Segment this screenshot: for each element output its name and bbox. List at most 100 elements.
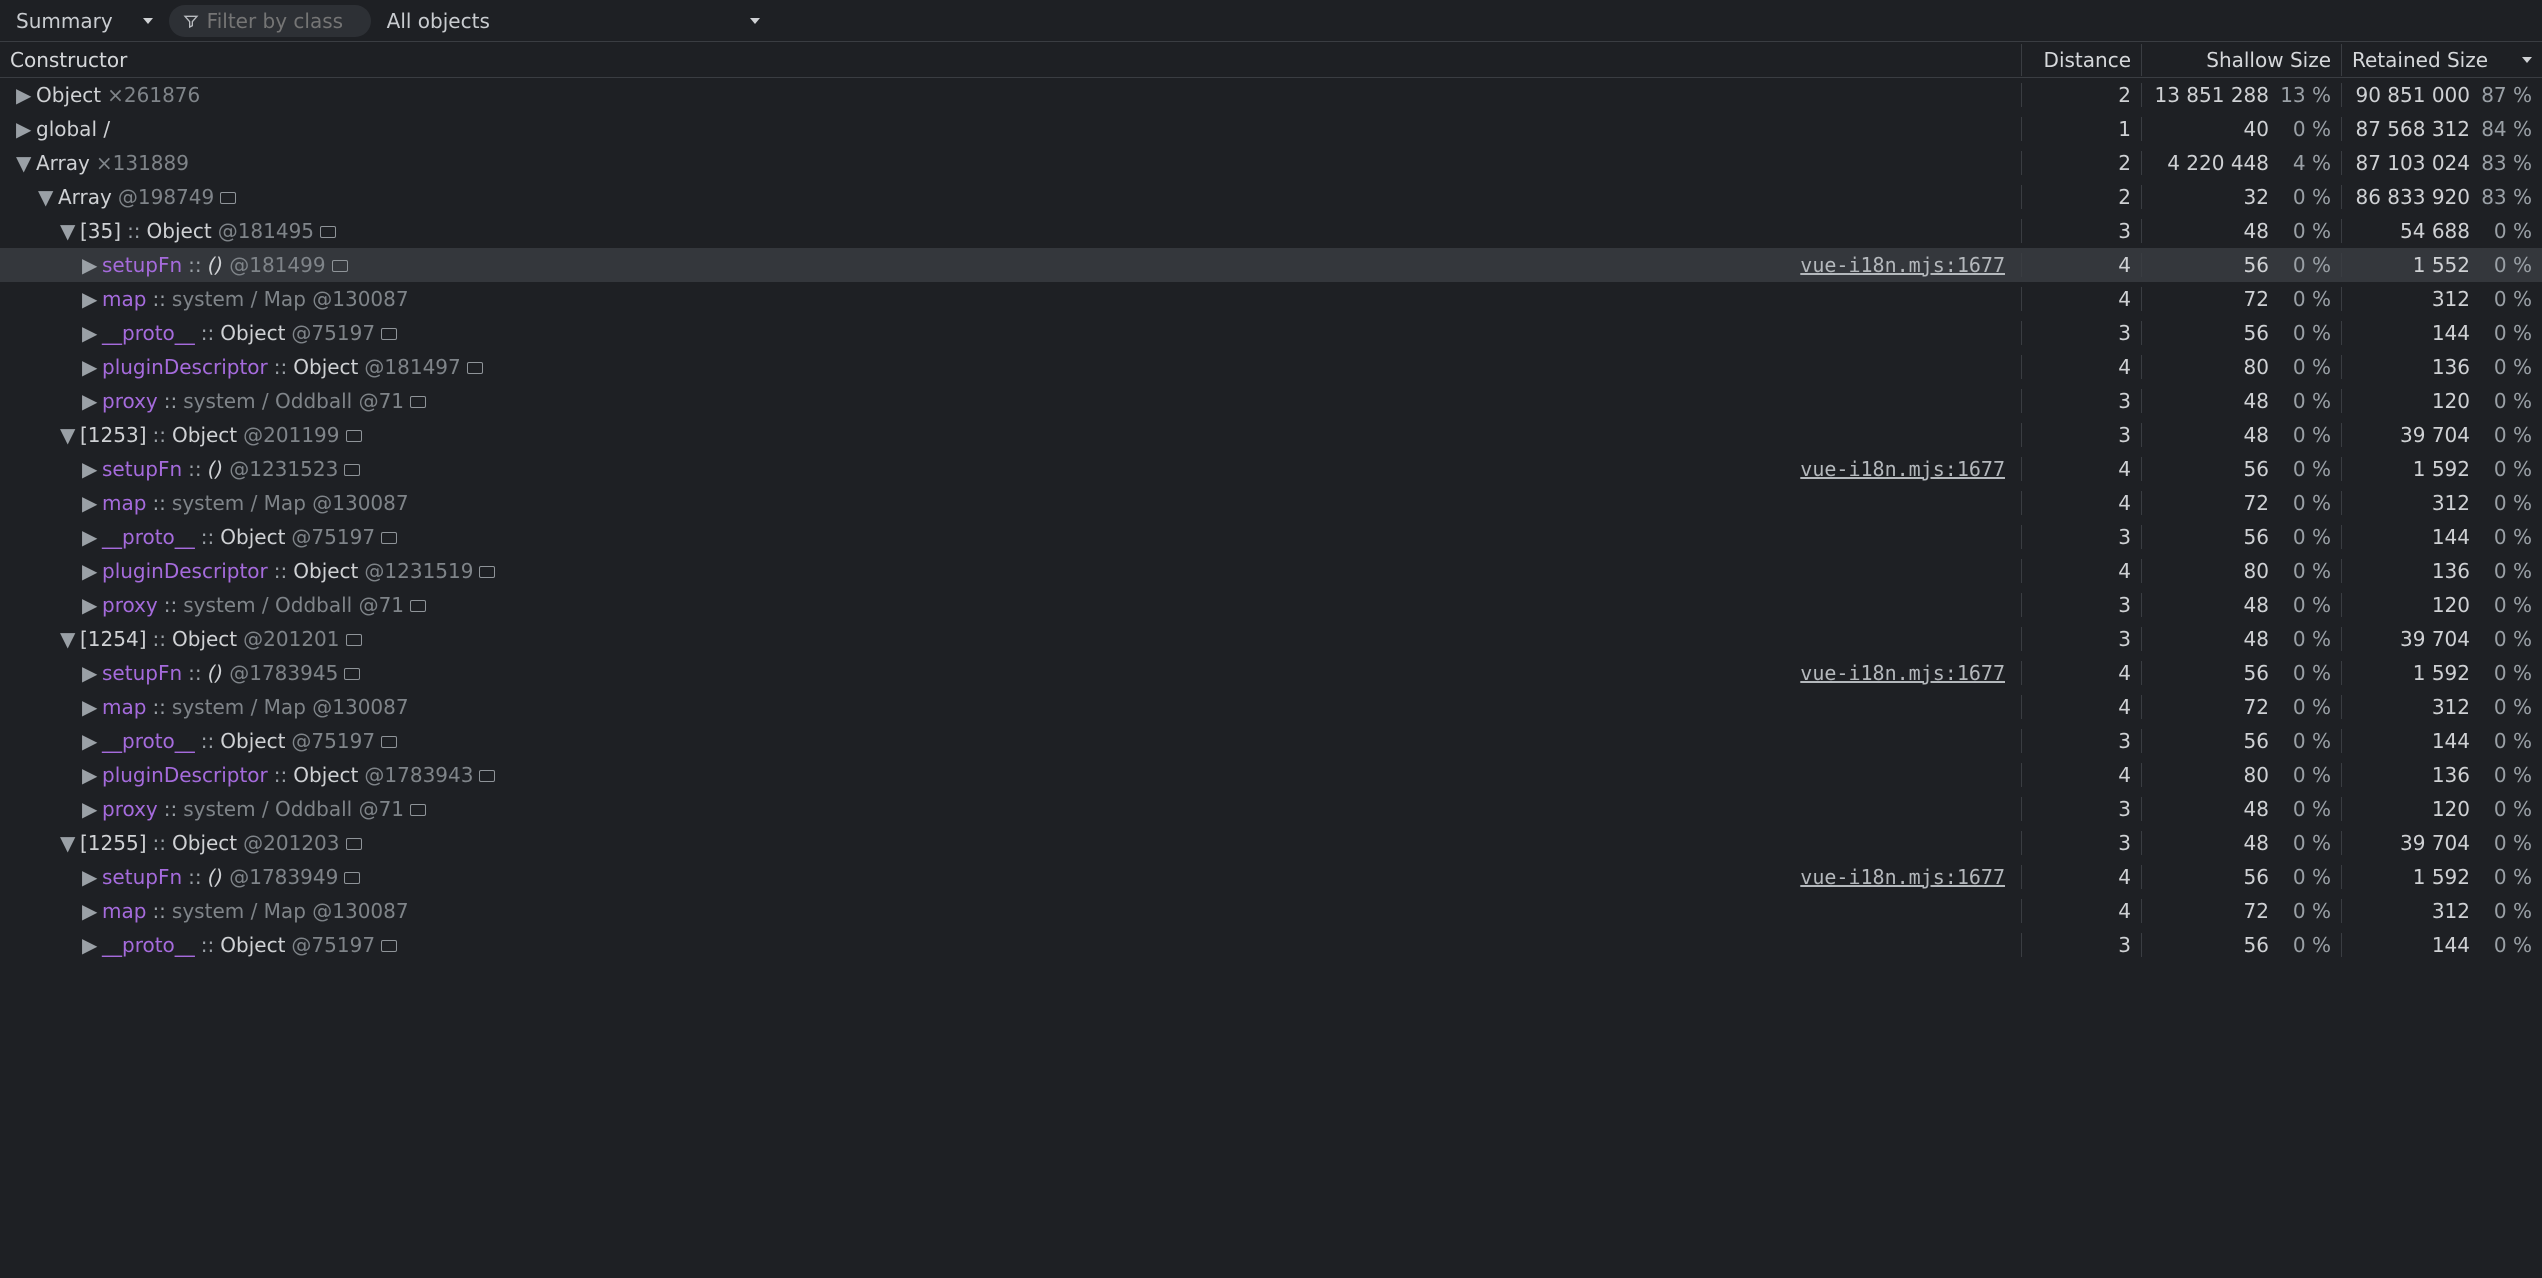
object-link-icon[interactable] [410, 600, 426, 612]
disclosure-triangle-icon[interactable]: ▶ [82, 593, 96, 617]
retained-size-value: 3120 % [2342, 287, 2542, 311]
col-shallow-size[interactable]: Shallow Size [2142, 44, 2342, 76]
table-row[interactable]: ▶__proto__ :: Object @75197 3560 %1440 % [0, 316, 2542, 350]
disclosure-triangle-icon[interactable]: ▶ [82, 559, 96, 583]
table-row[interactable]: ▶setupFn :: () @1783945 vue-i18n.mjs:167… [0, 656, 2542, 690]
object-link-icon[interactable] [344, 668, 360, 680]
object-link-icon[interactable] [467, 362, 483, 374]
distance-value: 4 [2022, 661, 2142, 685]
disclosure-triangle-icon[interactable]: ▶ [82, 729, 96, 753]
disclosure-triangle-icon[interactable]: ▶ [82, 321, 96, 345]
disclosure-triangle-icon[interactable]: ▶ [82, 899, 96, 923]
disclosure-triangle-icon[interactable]: ▶ [82, 797, 96, 821]
object-link-icon[interactable] [346, 634, 362, 646]
object-link-icon[interactable] [320, 226, 336, 238]
disclosure-triangle-icon[interactable]: ▼ [16, 151, 30, 175]
disclosure-triangle-icon[interactable]: ▼ [60, 627, 74, 651]
table-row[interactable]: ▶pluginDescriptor :: Object @181497 4800… [0, 350, 2542, 384]
shallow-size-value: 560 % [2142, 933, 2342, 957]
distance-value: 1 [2022, 117, 2142, 141]
table-row[interactable]: ▶__proto__ :: Object @75197 3560 %1440 % [0, 520, 2542, 554]
disclosure-triangle-icon[interactable]: ▼ [60, 423, 74, 447]
property-name: pluginDescriptor [102, 559, 268, 583]
object-link-icon[interactable] [381, 532, 397, 544]
table-row[interactable]: ▶pluginDescriptor :: Object @1231519 480… [0, 554, 2542, 588]
table-row[interactable]: ▶pluginDescriptor :: Object @1783943 480… [0, 758, 2542, 792]
retained-size-value: 1440 % [2342, 729, 2542, 753]
object-link-icon[interactable] [344, 464, 360, 476]
table-row[interactable]: ▼Array ×13188924 220 4484 %87 103 02483 … [0, 146, 2542, 180]
table-row[interactable]: ▶proxy :: system / Oddball @71 3480 %120… [0, 792, 2542, 826]
disclosure-triangle-icon[interactable]: ▶ [82, 457, 96, 481]
disclosure-triangle-icon[interactable]: ▶ [82, 661, 96, 685]
disclosure-triangle-icon[interactable]: ▼ [60, 219, 74, 243]
object-link-icon[interactable] [410, 396, 426, 408]
shallow-size-value: 800 % [2142, 355, 2342, 379]
table-row[interactable]: ▶setupFn :: () @1783949 vue-i18n.mjs:167… [0, 860, 2542, 894]
table-row[interactable]: ▼[35] :: Object @181495 3480 %54 6880 % [0, 214, 2542, 248]
disclosure-triangle-icon[interactable]: ▶ [82, 491, 96, 515]
col-retained-size[interactable]: Retained Size [2342, 44, 2542, 76]
object-link-icon[interactable] [381, 736, 397, 748]
table-row[interactable]: ▼Array @198749 2320 %86 833 92083 % [0, 180, 2542, 214]
disclosure-triangle-icon[interactable]: ▶ [82, 525, 96, 549]
table-header: Constructor Distance Shallow Size Retain… [0, 42, 2542, 78]
table-body: ▶Object ×261876213 851 28813 %90 851 000… [0, 78, 2542, 962]
distance-value: 4 [2022, 559, 2142, 583]
table-row[interactable]: ▶Object ×261876213 851 28813 %90 851 000… [0, 78, 2542, 112]
col-constructor[interactable]: Constructor [0, 44, 2022, 76]
object-link-icon[interactable] [346, 430, 362, 442]
filter-input[interactable] [207, 9, 357, 33]
disclosure-triangle-icon[interactable]: ▶ [82, 355, 96, 379]
disclosure-triangle-icon[interactable]: ▶ [82, 763, 96, 787]
retained-size-value: 1 5520 % [2342, 253, 2542, 277]
property-name: map [102, 491, 146, 515]
table-row[interactable]: ▶proxy :: system / Oddball @71 3480 %120… [0, 588, 2542, 622]
disclosure-triangle-icon[interactable]: ▶ [82, 253, 96, 277]
shallow-size-value: 480 % [2142, 219, 2342, 243]
object-link-icon[interactable] [220, 192, 236, 204]
object-link-icon[interactable] [479, 566, 495, 578]
table-row[interactable]: ▼[1253] :: Object @201199 3480 %39 7040 … [0, 418, 2542, 452]
disclosure-triangle-icon[interactable]: ▶ [16, 117, 30, 141]
source-link[interactable]: vue-i18n.mjs:1677 [1800, 865, 2005, 889]
retained-size-value: 1360 % [2342, 355, 2542, 379]
disclosure-triangle-icon[interactable]: ▶ [82, 933, 96, 957]
disclosure-triangle-icon[interactable]: ▶ [82, 695, 96, 719]
scope-dropdown[interactable]: All objects [381, 7, 766, 35]
table-row[interactable]: ▶global /1400 %87 568 31284 % [0, 112, 2542, 146]
table-row[interactable]: ▶proxy :: system / Oddball @71 3480 %120… [0, 384, 2542, 418]
object-link-icon[interactable] [381, 940, 397, 952]
disclosure-triangle-icon[interactable]: ▶ [16, 83, 30, 107]
disclosure-triangle-icon[interactable]: ▼ [60, 831, 74, 855]
filter-pill[interactable] [169, 5, 371, 37]
object-link-icon[interactable] [346, 838, 362, 850]
disclosure-triangle-icon[interactable]: ▶ [82, 865, 96, 889]
disclosure-triangle-icon[interactable]: ▶ [82, 287, 96, 311]
table-row[interactable]: ▶__proto__ :: Object @75197 3560 %1440 % [0, 928, 2542, 962]
disclosure-triangle-icon[interactable]: ▶ [82, 389, 96, 413]
object-link-icon[interactable] [479, 770, 495, 782]
table-row[interactable]: ▼[1254] :: Object @201201 3480 %39 7040 … [0, 622, 2542, 656]
object-link-icon[interactable] [332, 260, 348, 272]
table-row[interactable]: ▶map :: system / Map @1300874720 %3120 % [0, 486, 2542, 520]
distance-value: 2 [2022, 83, 2142, 107]
table-row[interactable]: ▶map :: system / Map @1300874720 %3120 % [0, 894, 2542, 928]
source-link[interactable]: vue-i18n.mjs:1677 [1800, 661, 2005, 685]
object-link-icon[interactable] [410, 804, 426, 816]
source-link[interactable]: vue-i18n.mjs:1677 [1800, 253, 2005, 277]
view-mode-dropdown[interactable]: Summary [10, 7, 159, 35]
table-row[interactable]: ▶setupFn :: () @181499 vue-i18n.mjs:1677… [0, 248, 2542, 282]
table-row[interactable]: ▶map :: system / Map @1300874720 %3120 % [0, 690, 2542, 724]
object-link-icon[interactable] [344, 872, 360, 884]
disclosure-triangle-icon[interactable]: ▼ [38, 185, 52, 209]
table-row[interactable]: ▶__proto__ :: Object @75197 3560 %1440 % [0, 724, 2542, 758]
col-distance[interactable]: Distance [2022, 44, 2142, 76]
property-name: pluginDescriptor [102, 355, 268, 379]
distance-value: 3 [2022, 389, 2142, 413]
table-row[interactable]: ▶setupFn :: () @1231523 vue-i18n.mjs:167… [0, 452, 2542, 486]
source-link[interactable]: vue-i18n.mjs:1677 [1800, 457, 2005, 481]
object-link-icon[interactable] [381, 328, 397, 340]
table-row[interactable]: ▼[1255] :: Object @201203 3480 %39 7040 … [0, 826, 2542, 860]
table-row[interactable]: ▶map :: system / Map @1300874720 %3120 % [0, 282, 2542, 316]
